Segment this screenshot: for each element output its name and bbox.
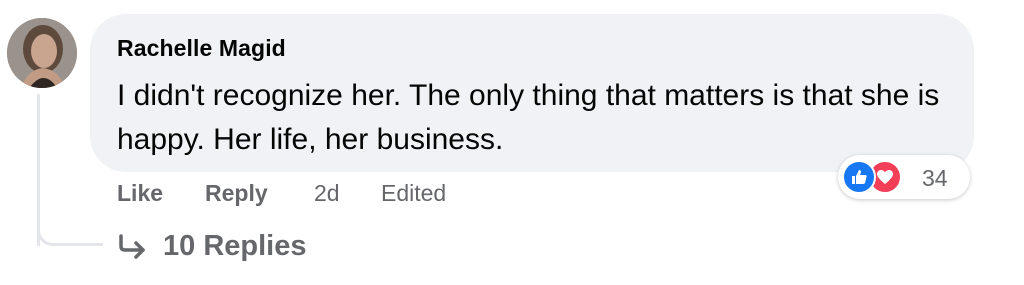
- profile-photo-icon: [7, 18, 77, 88]
- comment-text: I didn't recognize her. The only thing t…: [117, 79, 940, 156]
- comment-thread: Rachelle Magid I didn't recognize her. T…: [0, 0, 1024, 285]
- reactions-summary[interactable]: 34: [838, 155, 970, 199]
- replies-label: 10 Replies: [163, 230, 307, 262]
- comment-author[interactable]: Rachelle Magid: [117, 35, 286, 62]
- reply-button[interactable]: Reply: [205, 180, 268, 207]
- edited-label[interactable]: Edited: [381, 180, 446, 207]
- like-reaction-icon: [842, 160, 876, 194]
- like-button[interactable]: Like: [117, 180, 163, 207]
- avatar[interactable]: [7, 18, 77, 88]
- comment-timestamp[interactable]: 2d: [314, 180, 340, 207]
- reaction-count: 34: [922, 165, 948, 191]
- reply-arrow-icon: [119, 234, 145, 259]
- thread-connector-curve: [37, 214, 103, 246]
